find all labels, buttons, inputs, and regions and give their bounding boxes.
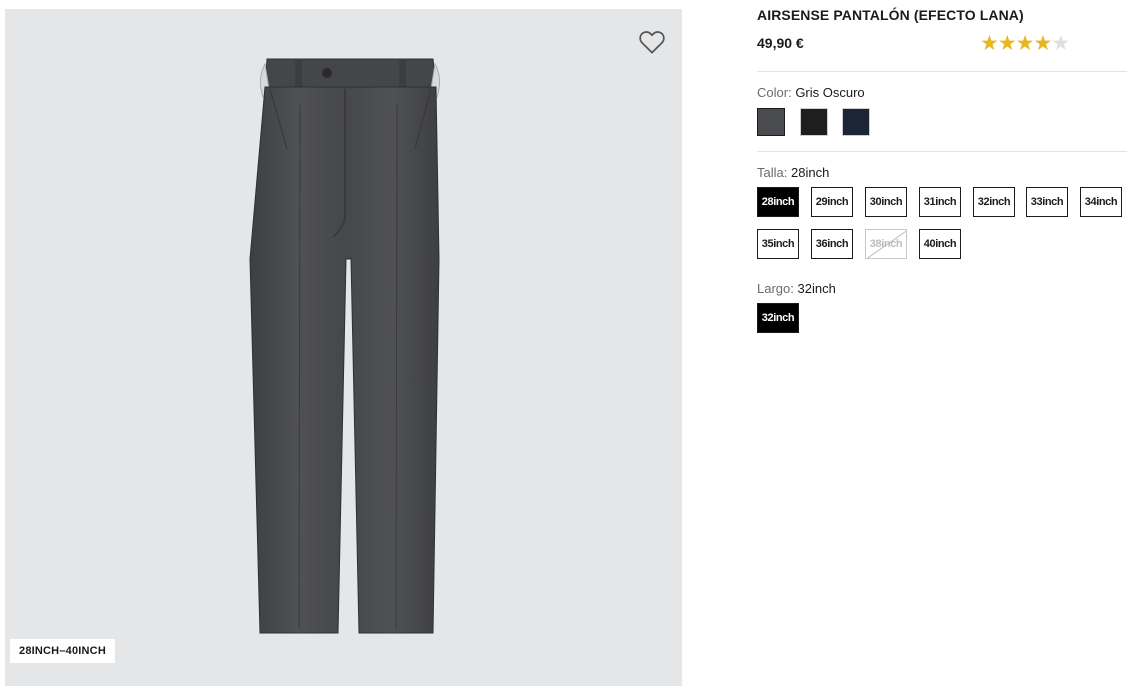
divider: [757, 71, 1127, 72]
size-button-40inch[interactable]: 40inch: [919, 229, 961, 259]
star-filled-icon: ★: [1033, 32, 1052, 55]
size-button-31inch[interactable]: 31inch: [919, 187, 961, 217]
size-button-38inch[interactable]: 38inch: [865, 229, 907, 259]
product-image: 28INCH–40INCH: [5, 9, 682, 686]
wishlist-button[interactable]: [637, 27, 667, 57]
pants-illustration: [249, 58, 441, 634]
heart-outline-icon[interactable]: [637, 27, 667, 57]
size-button-34inch[interactable]: 34inch: [1080, 187, 1122, 217]
color-selected-value: Gris Oscuro: [795, 85, 865, 100]
largo-label: Largo: 32inch: [757, 281, 836, 296]
size-button-29inch[interactable]: 29inch: [811, 187, 853, 217]
length-button-32inch[interactable]: 32inch: [757, 303, 799, 333]
star-filled-icon: ★: [997, 32, 1017, 55]
product-title: AIRSENSE PANTALÓN (EFECTO LANA): [757, 7, 1024, 23]
rating-stars[interactable]: ★★★★★: [980, 32, 1070, 55]
largo-selected-value: 32inch: [797, 281, 836, 296]
size-button-33inch[interactable]: 33inch: [1026, 187, 1068, 217]
size-range-badge: 28INCH–40INCH: [10, 639, 115, 663]
star-filled-icon: ★: [980, 32, 999, 55]
talla-label: Talla: 28inch: [757, 165, 830, 180]
color-swatch-negro[interactable]: [800, 108, 828, 136]
color-swatch-azul-marino[interactable]: [842, 108, 870, 136]
size-button-35inch[interactable]: 35inch: [757, 229, 799, 259]
product-price: 49,90 €: [757, 35, 804, 51]
size-button-28inch[interactable]: 28inch: [757, 187, 799, 217]
color-label: Color: Gris Oscuro: [757, 85, 865, 100]
size-button-36inch[interactable]: 36inch: [811, 229, 853, 259]
divider: [757, 151, 1127, 152]
size-button-32inch[interactable]: 32inch: [973, 187, 1015, 217]
color-swatch-gris-oscuro[interactable]: [757, 108, 785, 136]
star-empty-icon: ★: [1051, 32, 1070, 55]
size-button-30inch[interactable]: 30inch: [865, 187, 907, 217]
talla-selected-value: 28inch: [790, 165, 830, 180]
star-filled-icon: ★: [1015, 32, 1035, 55]
